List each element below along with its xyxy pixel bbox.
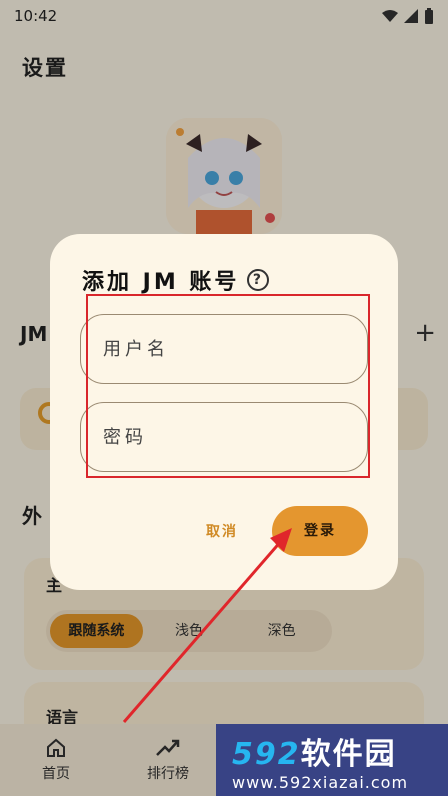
dialog-title: 添加 JM 账号 ? bbox=[82, 264, 270, 296]
dialog-title-text: 添加 JM 账号 bbox=[82, 270, 240, 295]
add-account-dialog: 添加 JM 账号 ? 取消 登录 bbox=[50, 234, 398, 590]
help-icon[interactable]: ? bbox=[247, 269, 270, 291]
site-watermark: 592软件园 www.592xiazai.com bbox=[216, 724, 448, 796]
annotation-highlight-box bbox=[86, 294, 370, 478]
watermark-logo-number: 592 bbox=[232, 736, 301, 772]
watermark-logo: 592软件园 bbox=[232, 729, 448, 773]
login-button[interactable]: 登录 bbox=[272, 506, 368, 556]
cancel-button[interactable]: 取消 bbox=[190, 508, 254, 556]
watermark-url: www.592xiazai.com bbox=[232, 772, 409, 792]
watermark-logo-text: 软件园 bbox=[300, 736, 397, 772]
